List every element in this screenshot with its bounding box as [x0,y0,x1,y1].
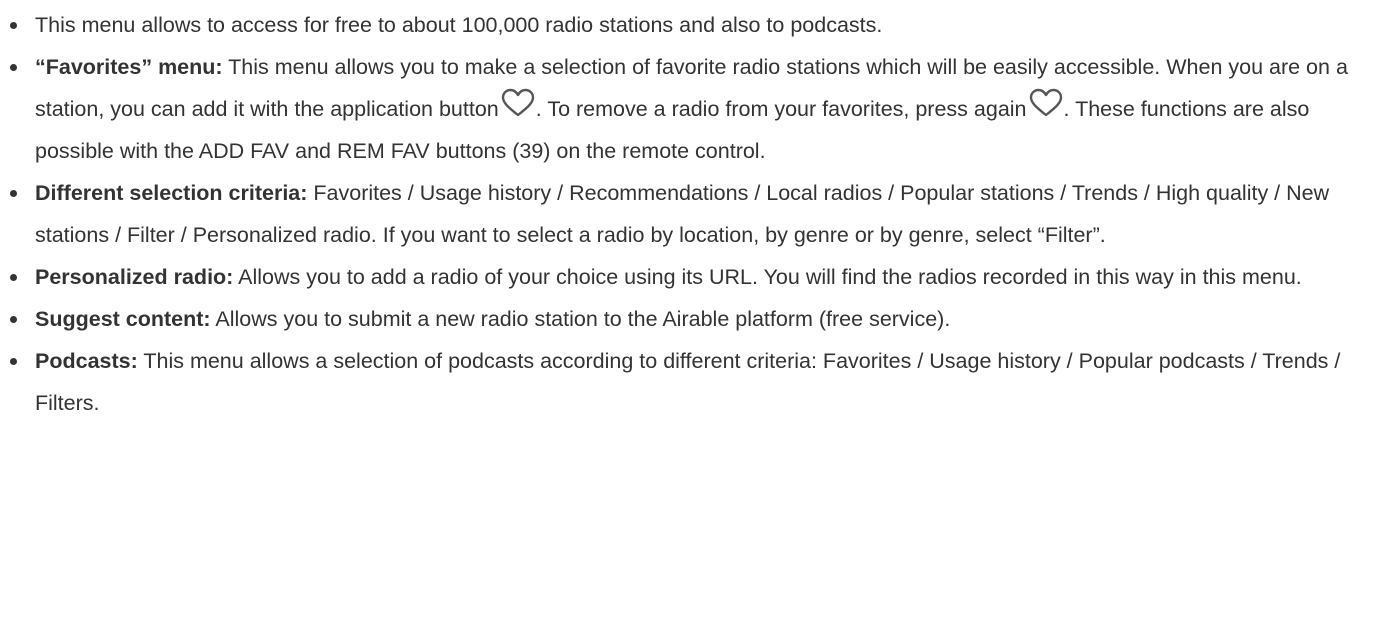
heart-outline-icon [500,88,536,118]
list-item-heading: Podcasts: [35,349,138,373]
list-item-text: . To remove a radio from your favorites,… [535,97,1027,121]
list-item-heading: Different selection criteria: [35,181,308,205]
document-page: This menu allows to access for free to a… [0,0,1385,631]
list-item-suggest-content: Suggest content: Allows you to submit a … [0,298,1385,340]
list-item-heading: Suggest content: [35,307,211,331]
list-item-selection-criteria: Different selection criteria: Favorites … [0,172,1385,256]
list-item-text: Allows you to add a radio of your choice… [233,265,1302,289]
list-item-heading: Personalized radio: [35,265,234,289]
list-item-text: This menu allows a selection of podcasts… [35,349,1341,415]
feature-bullet-list: This menu allows to access for free to a… [0,4,1385,424]
list-item-podcasts: Podcasts: This menu allows a selection o… [0,340,1385,424]
list-item-text: Allows you to submit a new radio station… [210,307,951,331]
heart-outline-icon [1028,88,1064,118]
list-item-text: This menu allows to access for free to a… [35,13,883,37]
list-item-radio-access: This menu allows to access for free to a… [0,4,1385,46]
list-item-favorites-menu: “Favorites” menu: This menu allows you t… [0,46,1385,172]
list-item-personalized-radio: Personalized radio: Allows you to add a … [0,256,1385,298]
list-item-heading: “Favorites” menu: [35,55,223,79]
